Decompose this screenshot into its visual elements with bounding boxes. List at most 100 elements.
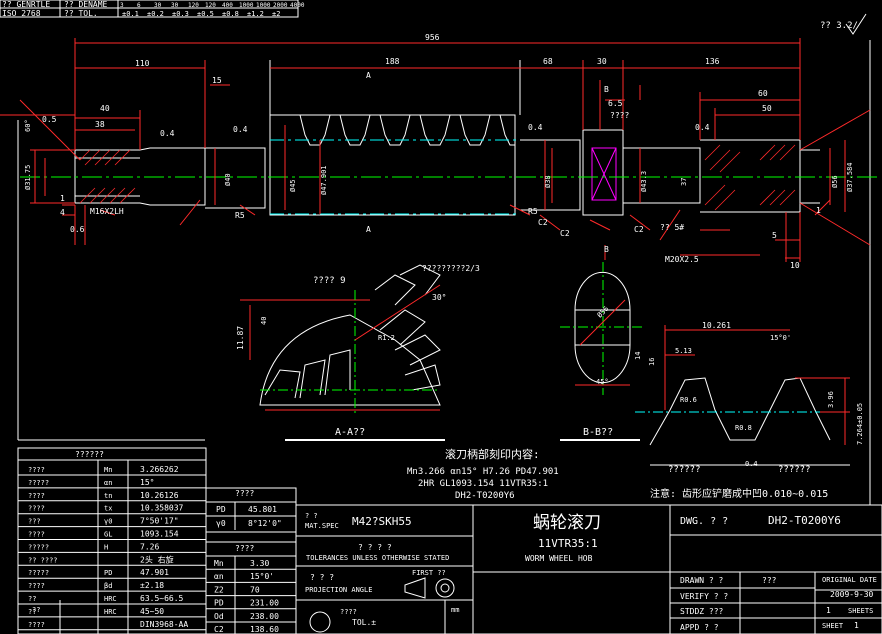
param-value: 2头 右旋 — [140, 554, 174, 564]
param-value: 7.26 — [140, 542, 159, 551]
param-symbol: GL — [104, 531, 112, 539]
dim-m20: M20X2.5 — [665, 255, 699, 264]
dim-188: 188 — [385, 57, 400, 66]
param-value: DIN3968-AA — [140, 620, 188, 629]
dimension-texts: 956 110 188 68 30 136 15 40 38 60 50 0.5… — [42, 33, 821, 270]
param-value: 10.358037 — [140, 504, 184, 513]
dim-overall: 956 — [425, 33, 440, 42]
sheet-label: SHEET — [822, 622, 844, 630]
param3-value: 231.00 — [250, 599, 279, 608]
drawing-name-no: 11VTR35:1 — [538, 537, 598, 550]
tol-row2-sym: ?? TOL. — [64, 9, 98, 18]
section9-note: ?????????2/3 — [422, 264, 480, 273]
section-bb — [560, 262, 645, 441]
param2-value: 45.801 — [248, 505, 277, 514]
material-value: M42?SKH55 — [352, 515, 412, 528]
param3-value: 3.30 — [250, 559, 269, 568]
params2-title: ???? — [235, 489, 254, 498]
param-name: ???? — [28, 582, 45, 590]
section-aa-label: A-A?? — [335, 427, 365, 438]
tol-row1-value: 6 — [137, 2, 141, 9]
tol-row1-value: 30 — [154, 2, 162, 9]
dim-30: 30 — [597, 57, 607, 66]
param-value: 7°50'17" — [140, 517, 179, 526]
tol-row2-value: ±0.5 — [197, 10, 214, 18]
engrave-line3: DH2-T0200Y6 — [455, 491, 515, 501]
tooth-15deg: 15°0' — [770, 334, 791, 342]
drawn-by: ??? — [762, 576, 777, 585]
tooth-513: 5.13 — [675, 347, 692, 355]
tooth-profile — [635, 325, 850, 466]
sectionb-d14: 14 — [634, 352, 642, 360]
section9-r12: R1.2 — [378, 334, 395, 342]
mat-label: MAT.SPEC — [305, 522, 339, 530]
dim-04c: 0.4 — [528, 123, 543, 132]
param3-symbol: PD — [214, 599, 224, 608]
dim-40: 40 — [100, 104, 110, 113]
param-value: ±2.18 — [140, 581, 164, 590]
tol-row2-value: ±1.2 — [247, 10, 264, 18]
param-name: ???? — [28, 505, 45, 513]
param-value: 47.901 — [140, 568, 169, 577]
tol-row1-value: 1000 — [239, 2, 254, 9]
param3-symbol: Z2 — [214, 585, 224, 594]
param-symbol: PD — [104, 569, 112, 577]
drawing-name-cn: 蜗轮滚刀 — [533, 513, 601, 533]
param-symbol: Mn — [104, 466, 112, 474]
roughness-note: ?? 3.2/ — [820, 21, 858, 31]
params-title: ?????? — [75, 450, 104, 459]
dim-38v: Ø38 — [544, 175, 552, 188]
param-name: ???? — [28, 621, 45, 629]
dim-5: 5 — [772, 231, 777, 240]
dim-c2b: C2 — [560, 229, 570, 238]
dim-r5a: R5 — [235, 211, 245, 220]
dim-136: 136 — [705, 57, 720, 66]
param-symbol: αn — [104, 479, 112, 487]
dim-37v: Ø37.584 — [846, 162, 854, 192]
param-name: ????? — [28, 569, 49, 577]
param-name: ???? — [28, 492, 45, 500]
projection-icon — [404, 577, 455, 599]
param-value: 15° — [140, 478, 154, 487]
dim-1: 1 — [60, 194, 65, 203]
param2-value: 8°12'0" — [248, 519, 282, 528]
tooth-396: 3.96 — [827, 391, 835, 408]
param-symbol: tx — [104, 505, 112, 513]
tooth-10261: 10.261 — [702, 321, 731, 330]
tol-row1-sym: ?? DENAME — [64, 0, 108, 9]
tol2-q: ???? — [340, 608, 357, 616]
engrave-title: 滚刀柄部刻印内容: — [445, 447, 540, 461]
tol-row2-value: ±0.8 — [222, 10, 239, 18]
appd-label: APPD ? ? — [680, 623, 719, 632]
section-mark-a-top: A — [366, 71, 371, 80]
drawing-svg: ?? GENRTLE ISO 2768 ?? DENAME ?? TOL. 3 6… — [0, 0, 882, 634]
tooth-r3: R0.8 — [735, 424, 752, 432]
param-symbol: βd — [104, 582, 112, 590]
tol-row1-value: 4000 — [290, 2, 305, 9]
params-rows: ???? Mn 3.266262????? αn 15°???? tn 10.26126??… — [18, 459, 206, 634]
tol-row1-label: ?? GENRTLE — [2, 0, 50, 9]
dim-50: 50 — [762, 104, 772, 113]
tol-row1-value: 1000 — [256, 2, 271, 9]
param3-value: 138.60 — [250, 625, 279, 634]
dim-04b: 0.4 — [233, 125, 248, 134]
dim-3175: Ø31.75 — [24, 165, 32, 190]
section-mark-b-top: B — [604, 85, 609, 94]
dim-110: 110 — [135, 59, 150, 68]
drawing-name-en: WORM WHEEL HOB — [525, 554, 593, 563]
param-name: ?? — [28, 595, 36, 603]
tol-row1-value: 30 — [171, 2, 179, 9]
tooth-r: R0.6 — [680, 396, 697, 404]
section9-title: ???? 9 — [313, 276, 346, 286]
tol-row2-value: ±0.1 — [122, 10, 139, 18]
proj-q: ? ? ? — [310, 573, 334, 582]
dwg-label: DWG. ? ? — [680, 516, 728, 527]
param-symbol: HRC — [104, 608, 117, 616]
sheets-count: 1 — [826, 606, 831, 615]
sectionb-d45: 45° — [596, 378, 609, 386]
param-group-label: ?? — [32, 606, 40, 614]
param2-symbol: PD — [216, 505, 226, 514]
dim-d: 1 — [816, 206, 821, 215]
section-mark-a-bottom: A — [366, 225, 371, 234]
shaft-outline — [74, 60, 820, 216]
